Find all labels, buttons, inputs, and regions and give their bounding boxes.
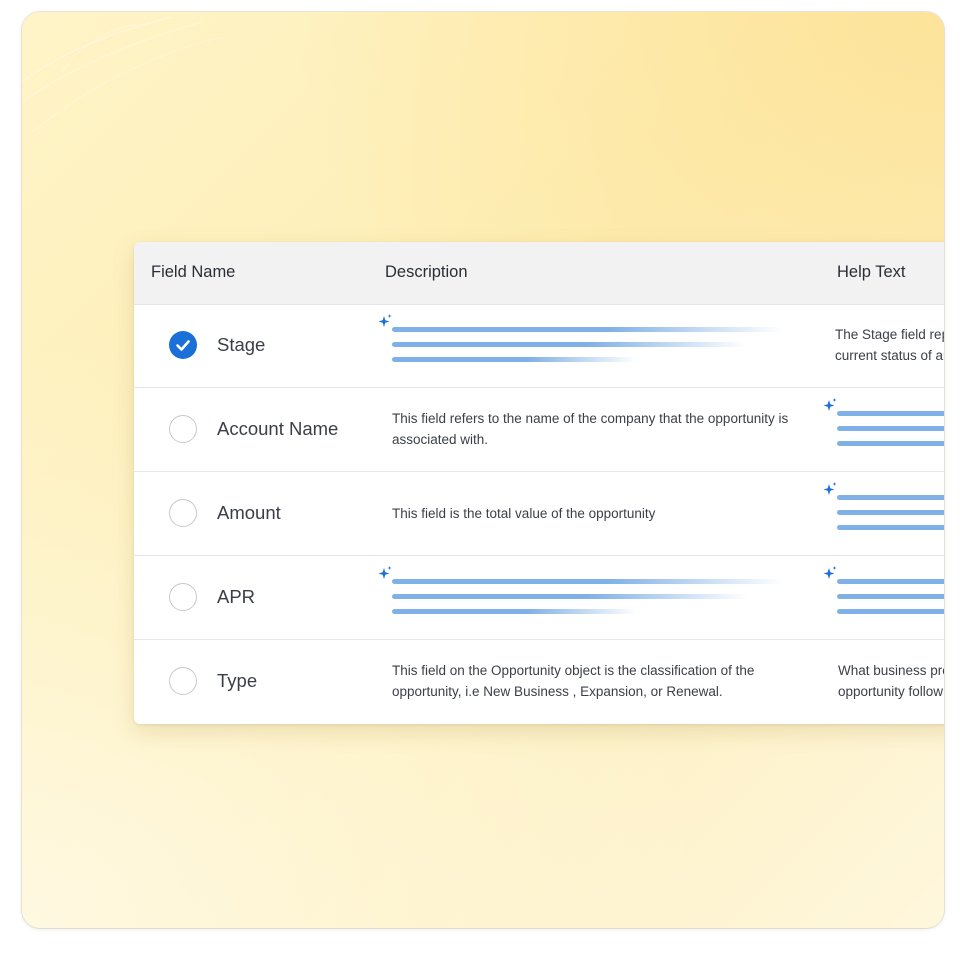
field-help-text: The Stage field repre current status of a… [835,324,944,366]
field-name: Type [217,670,258,691]
loading-line [837,579,944,584]
field-name: Account Name [217,418,339,439]
radio-empty-icon[interactable] [169,415,197,443]
loading-line [392,342,747,347]
loading-line [392,594,747,599]
field-description: This field refers to the name of the com… [392,411,789,447]
sparkle-icon [823,482,837,496]
field-description: This field is the total value of the opp… [392,506,656,521]
description-loading [378,566,782,616]
loading-line [392,357,637,362]
loading-line [392,327,782,332]
sparkle-icon [823,566,837,580]
field-name: Amount [217,502,281,523]
loading-line [837,441,944,446]
table-row[interactable]: Account Name This field refers to the nam… [134,388,944,472]
radio-empty-icon[interactable] [169,499,197,527]
loading-line [392,609,637,614]
help-text-loading [823,566,944,616]
radio-empty-icon[interactable] [169,583,197,611]
field-name: APR [217,586,256,607]
field-table: Field Name Description Help Text Stage Th… [134,242,944,724]
table-row[interactable]: Stage The Stage field repre current status… [134,304,944,388]
loading-line [837,609,944,614]
loading-line [837,411,944,416]
check-circle-icon[interactable] [169,331,197,359]
field-description: This field on the Opportunity object is … [392,663,755,699]
help-text-line: What business proc [838,663,944,678]
column-header-field-name[interactable]: Field Name [151,263,235,282]
field-name: Stage [217,334,266,355]
decorative-swirl [22,16,223,133]
loading-line [837,510,944,515]
help-text-line: current status of an [835,348,944,363]
sparkle-icon [378,314,392,328]
description-loading [378,314,782,364]
table-row[interactable]: APR [134,556,944,640]
help-text-loading [823,482,944,532]
loading-line [837,594,944,599]
sparkle-icon [823,398,837,412]
field-help-text: What business proc opportunity follow [838,660,944,702]
help-text-loading [823,398,944,448]
loading-line [837,525,944,530]
sparkle-icon [378,566,392,580]
loading-line [837,495,944,500]
column-header-description[interactable]: Description [385,263,468,282]
help-text-line: opportunity follow [838,684,944,699]
loading-line [837,426,944,431]
table-row[interactable]: Amount This field is the total value of t… [134,472,944,556]
table-header: Field Name Description Help Text [134,242,944,305]
help-text-line: The Stage field repre [835,327,944,342]
radio-empty-icon[interactable] [169,667,197,695]
column-header-help-text[interactable]: Help Text [837,263,905,282]
background-panel: Field Name Description Help Text Stage Th… [22,12,944,928]
loading-line [392,579,782,584]
table-row[interactable]: Type This field on the Opportunity object… [134,640,944,723]
